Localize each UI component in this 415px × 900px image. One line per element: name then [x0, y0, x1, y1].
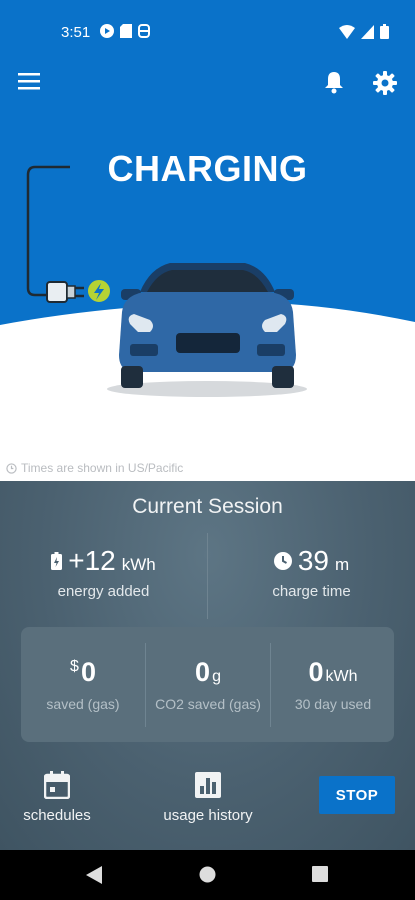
money-saved-prefix: $ — [70, 658, 79, 675]
battery-charging-icon — [51, 552, 63, 570]
notifications-button[interactable] — [323, 70, 347, 96]
charge-time-label: charge time — [272, 583, 351, 600]
session-title: Current Session — [132, 495, 283, 518]
timezone-text: Times are shown in US/Pacific — [21, 461, 184, 475]
current-session-panel: Current Session +12 kWh energy added 39 … — [0, 481, 415, 881]
usage-history-label: usage history — [163, 807, 253, 824]
stop-charging-button[interactable]: STOP — [319, 776, 395, 814]
energy-label: energy added — [57, 583, 150, 600]
monthly-usage-unit: kWh — [325, 668, 358, 685]
hamburger-menu-icon — [18, 73, 40, 90]
money-saved-value: 0 — [80, 657, 96, 687]
lightning-icon — [86, 278, 112, 304]
co2-saved-stat: 0 g CO2 saved (gas) — [146, 627, 270, 742]
car-illustration — [119, 263, 296, 388]
timezone-note: Times are shown in US/Pacific — [6, 461, 183, 475]
energy-added-stat: +12 kWh energy added — [0, 545, 207, 600]
charging-illustration — [0, 56, 415, 397]
money-saved-stat: $ 0 saved (gas) — [21, 627, 145, 742]
monthly-usage-stat: 0 kWh 30 day used — [271, 627, 395, 742]
wifi-icon — [339, 24, 355, 39]
schedules-button[interactable]: schedules — [14, 771, 100, 824]
back-icon[interactable] — [86, 866, 102, 884]
monthly-usage-label: 30 day used — [294, 696, 372, 712]
clock-icon — [273, 552, 292, 570]
menu-button[interactable] — [18, 72, 42, 92]
status-time: 3:51 — [61, 24, 91, 41]
usage-history-button[interactable]: usage history — [152, 771, 264, 824]
calendar-icon — [44, 771, 70, 799]
charge-time-stat: 39 m charge time — [208, 545, 415, 600]
savings-card: $ 0 saved (gas) 0 g CO2 saved (gas) 0 kW… — [21, 627, 395, 881]
co2-saved-unit: g — [212, 668, 221, 685]
co2-saved-label: CO2 saved (gas) — [155, 696, 261, 712]
status-notification-icons — [100, 24, 150, 38]
play-icon — [100, 24, 114, 38]
clock-icon — [6, 462, 17, 474]
energy-unit: kWh — [121, 555, 156, 574]
charging-hero — [0, 56, 415, 476]
battery-icon — [380, 24, 389, 39]
monthly-usage-value: 0 — [308, 657, 324, 687]
status-system-icons — [339, 24, 389, 39]
charge-time-unit: m — [334, 555, 350, 574]
home-icon[interactable] — [199, 866, 216, 883]
gear-icon — [373, 71, 397, 95]
schedules-label: schedules — [23, 807, 91, 824]
settings-button[interactable] — [372, 70, 398, 96]
co2-saved-value: 0 — [195, 657, 211, 687]
page-title: CHARGING — [107, 148, 308, 189]
status-bar: 3:51 — [0, 0, 415, 56]
sd-card-icon — [120, 24, 132, 38]
recent-apps-icon[interactable] — [312, 866, 328, 882]
sync-icon — [138, 24, 150, 38]
money-saved-label: saved (gas) — [46, 696, 120, 712]
energy-value: +12 — [68, 545, 116, 576]
signal-icon — [361, 24, 374, 39]
charge-time-value: 39 — [297, 545, 329, 576]
bar-chart-icon — [195, 772, 221, 798]
bell-icon — [325, 72, 343, 94]
system-nav-bar — [0, 850, 415, 900]
